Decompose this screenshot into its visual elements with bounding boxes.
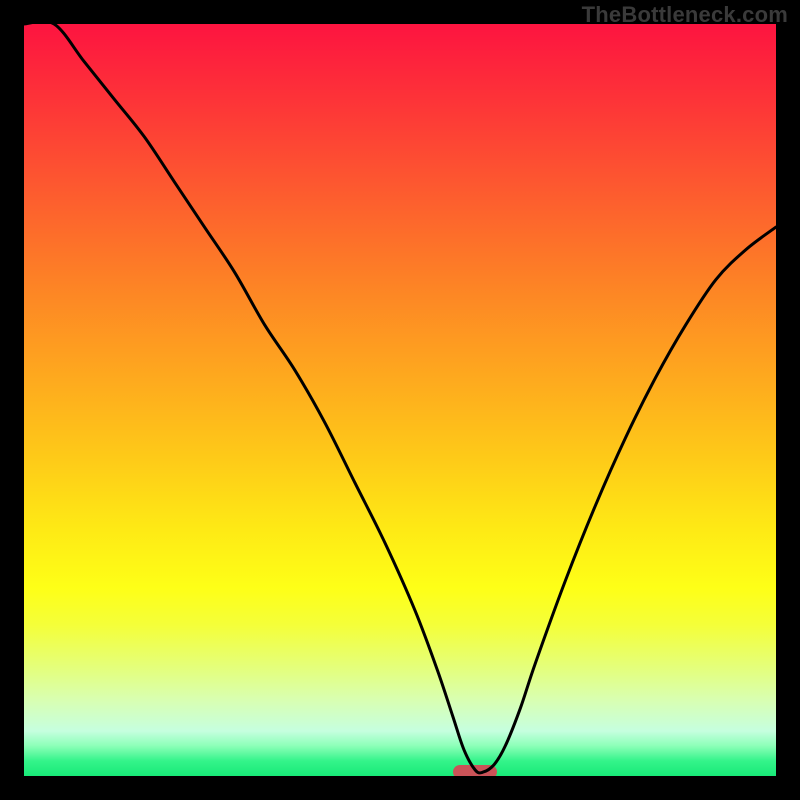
plot-area xyxy=(24,24,776,776)
watermark-text: TheBottleneck.com xyxy=(582,2,788,28)
chart-frame: TheBottleneck.com xyxy=(0,0,800,800)
bottleneck-curve xyxy=(24,24,776,776)
